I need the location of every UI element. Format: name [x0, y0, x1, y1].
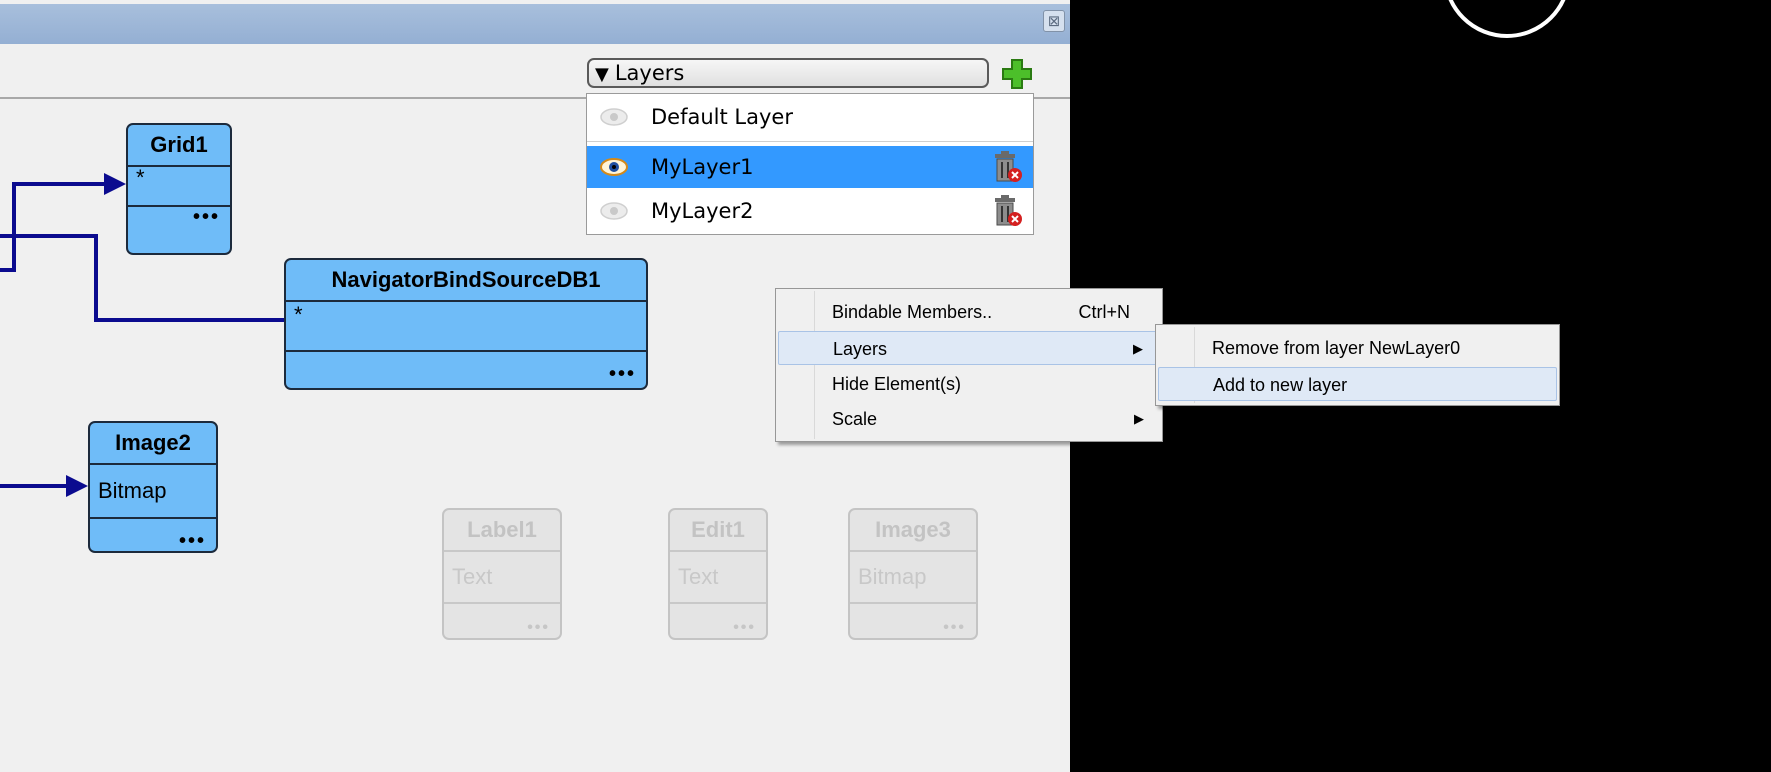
decorative-circle: [1443, 0, 1571, 38]
node-title: NavigatorBindSourceDB1: [286, 260, 646, 302]
menu-item-label: Layers: [833, 339, 888, 359]
menu-item-label: Scale: [832, 409, 878, 429]
menu-item-layers[interactable]: Layers ▶: [778, 331, 1160, 365]
more-icon[interactable]: •••: [286, 352, 646, 384]
eye-visible-icon[interactable]: [599, 156, 629, 178]
delete-layer-icon[interactable]: [991, 150, 1023, 184]
layer-separator: [587, 141, 1033, 142]
layer-label: MyLayer1: [651, 155, 754, 179]
node-image3[interactable]: Image3 Bitmap •••: [848, 508, 978, 640]
submenu-arrow-icon: ▶: [1133, 341, 1143, 356]
menu-item-bindable-members[interactable]: Bindable Members.. Ctrl+N: [778, 295, 1160, 329]
layers-dropdown[interactable]: ▼ Layers: [587, 58, 989, 88]
menu-item-label: Remove from layer NewLayer0: [1212, 338, 1461, 358]
node-field[interactable]: Bitmap: [90, 465, 216, 519]
submenu-arrow-icon: ▶: [1134, 411, 1144, 426]
context-menu: Bindable Members.. Ctrl+N Layers ▶ Hide …: [775, 288, 1163, 442]
menu-item-scale[interactable]: Scale ▶: [778, 402, 1160, 436]
more-icon[interactable]: •••: [670, 604, 766, 638]
node-field[interactable]: *: [128, 167, 230, 207]
node-label1[interactable]: Label1 Text •••: [442, 508, 562, 640]
layer-item-mylayer2[interactable]: MyLayer2: [587, 190, 1033, 232]
delete-layer-icon[interactable]: [991, 194, 1023, 228]
eye-hidden-icon[interactable]: [599, 106, 629, 128]
menu-item-label: Bindable Members..: [832, 302, 993, 322]
more-icon[interactable]: •••: [850, 604, 976, 638]
plus-icon[interactable]: [1000, 57, 1034, 91]
menu-item-remove-from-layer[interactable]: Remove from layer NewLayer0: [1158, 331, 1557, 365]
node-title: Edit1: [670, 510, 766, 552]
layers-dropdown-label: Layers: [614, 61, 685, 85]
more-icon[interactable]: •••: [90, 519, 216, 551]
menu-item-label: Hide Element(s): [832, 374, 962, 394]
node-grid1[interactable]: Grid1 * •••: [126, 123, 232, 255]
eye-hidden-icon[interactable]: [599, 200, 629, 222]
node-field[interactable]: Text: [670, 552, 766, 604]
node-title: Label1: [444, 510, 560, 552]
arrow-grid1: [104, 173, 126, 195]
node-field[interactable]: Text: [444, 552, 560, 604]
layer-label: Default Layer: [651, 105, 793, 129]
menu-item-add-to-new-layer[interactable]: Add to new layer: [1158, 367, 1557, 401]
connector-grid1: [0, 182, 110, 272]
more-icon[interactable]: •••: [444, 604, 560, 638]
node-field[interactable]: *: [286, 302, 646, 352]
node-title: Image2: [90, 423, 216, 465]
menu-item-shortcut: Ctrl+N: [1078, 302, 1130, 322]
more-icon[interactable]: •••: [128, 207, 230, 227]
layer-item-default-layer[interactable]: Default Layer: [587, 96, 1033, 138]
layers-submenu: Remove from layer NewLayer0 Add to new l…: [1155, 324, 1560, 406]
node-title: Image3: [850, 510, 976, 552]
menu-item-hide-elements[interactable]: Hide Element(s): [778, 367, 1160, 401]
node-edit1[interactable]: Edit1 Text •••: [668, 508, 768, 640]
node-field[interactable]: Bitmap: [850, 552, 976, 604]
menu-item-label: Add to new layer: [1213, 375, 1348, 395]
layer-item-mylayer1[interactable]: MyLayer1: [587, 146, 1033, 188]
arrow-image2: [66, 475, 88, 497]
dropdown-arrow-icon: ▼: [595, 64, 609, 85]
layer-label: MyLayer2: [651, 199, 754, 223]
node-image2[interactable]: Image2 Bitmap •••: [88, 421, 218, 553]
node-navigatorbindsourcedb1[interactable]: NavigatorBindSourceDB1 * •••: [284, 258, 648, 390]
node-title: Grid1: [128, 125, 230, 167]
layers-list: Default Layer MyLayer1 MyLayer2: [586, 93, 1034, 235]
